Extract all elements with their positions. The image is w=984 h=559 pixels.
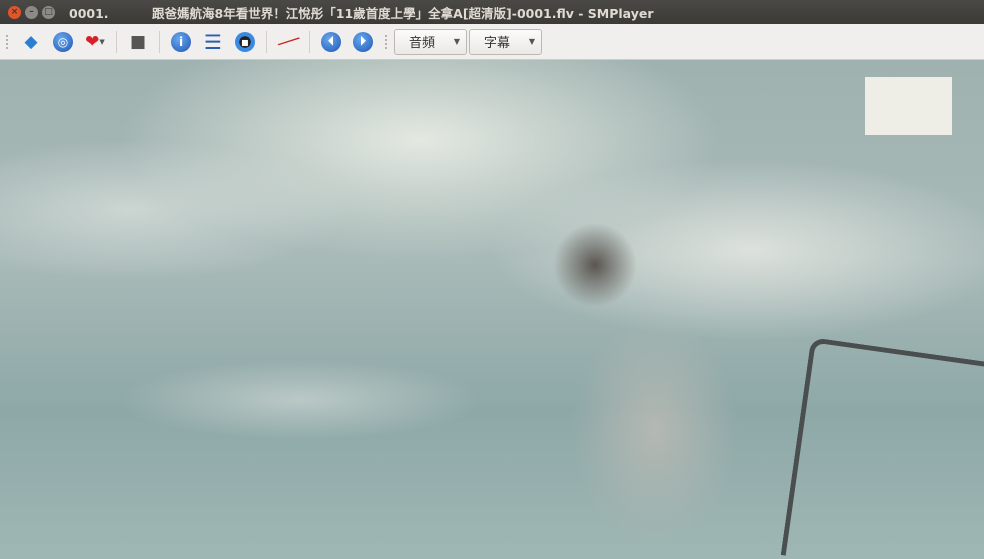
toolbar: ◆ ◎ ❤ ▼ ■ i ☰ ▪ ╱ ⏴ ⏵ 音頻 ▼ 字幕 ▼ xyxy=(0,24,984,60)
book-icon: ◆ xyxy=(24,31,38,52)
minimize-button[interactable]: – xyxy=(25,5,38,19)
previous-button[interactable]: ⏴ xyxy=(318,29,344,55)
globe-icon: ◎ xyxy=(53,31,73,52)
audio-track-dropdown[interactable]: 音頻 ▼ xyxy=(394,28,467,55)
open-file-button[interactable]: ◆ xyxy=(18,29,44,55)
film-icon: ▪ xyxy=(235,31,255,52)
title-bar: × – □ 0001. 跟爸媽航海8年看世界！江悅彤「11歲首度上學」全拿A[超… xyxy=(0,0,984,24)
video-overlay-box xyxy=(865,77,952,135)
toolbar-grip[interactable] xyxy=(6,34,9,49)
chevron-down-icon: ▼ xyxy=(528,37,535,46)
separator xyxy=(309,30,310,53)
list-icon: ☰ xyxy=(204,29,222,54)
maximize-button[interactable]: □ xyxy=(42,5,55,19)
close-button[interactable]: × xyxy=(8,5,21,19)
chevron-down-icon: ▼ xyxy=(453,37,460,46)
separator xyxy=(266,30,267,53)
skip-back-icon: ⏴ xyxy=(321,31,341,52)
video-settings-button[interactable]: ▪ xyxy=(232,29,258,55)
camera-icon: ■ xyxy=(129,31,147,52)
chevron-down-icon: ▼ xyxy=(99,37,105,46)
preferences-button[interactable]: ╱ xyxy=(275,29,301,55)
video-railing xyxy=(780,337,984,559)
favorites-button[interactable]: ❤ ▼ xyxy=(82,29,108,55)
audio-label: 音頻 xyxy=(409,36,436,51)
screwdriver-icon: ╱ xyxy=(277,30,299,53)
toolbar-grip[interactable] xyxy=(385,34,388,49)
video-subject xyxy=(545,220,785,559)
subtitle-label: 字幕 xyxy=(484,36,511,51)
window-title: 0001. 跟爸媽航海8年看世界！江悅彤「11歲首度上學」全拿A[超清版]-00… xyxy=(69,5,654,21)
heart-icon: ❤ xyxy=(85,31,100,52)
info-button[interactable]: i xyxy=(168,29,194,55)
open-url-button[interactable]: ◎ xyxy=(50,29,76,55)
next-button[interactable]: ⏵ xyxy=(350,29,376,55)
subtitle-dropdown[interactable]: 字幕 ▼ xyxy=(469,28,542,55)
video-area[interactable] xyxy=(0,60,984,559)
playlist-button[interactable]: ☰ xyxy=(200,29,226,55)
separator xyxy=(159,30,160,53)
separator xyxy=(116,30,117,53)
screenshot-button[interactable]: ■ xyxy=(125,29,151,55)
info-icon: i xyxy=(171,31,191,52)
skip-forward-icon: ⏵ xyxy=(353,31,373,52)
